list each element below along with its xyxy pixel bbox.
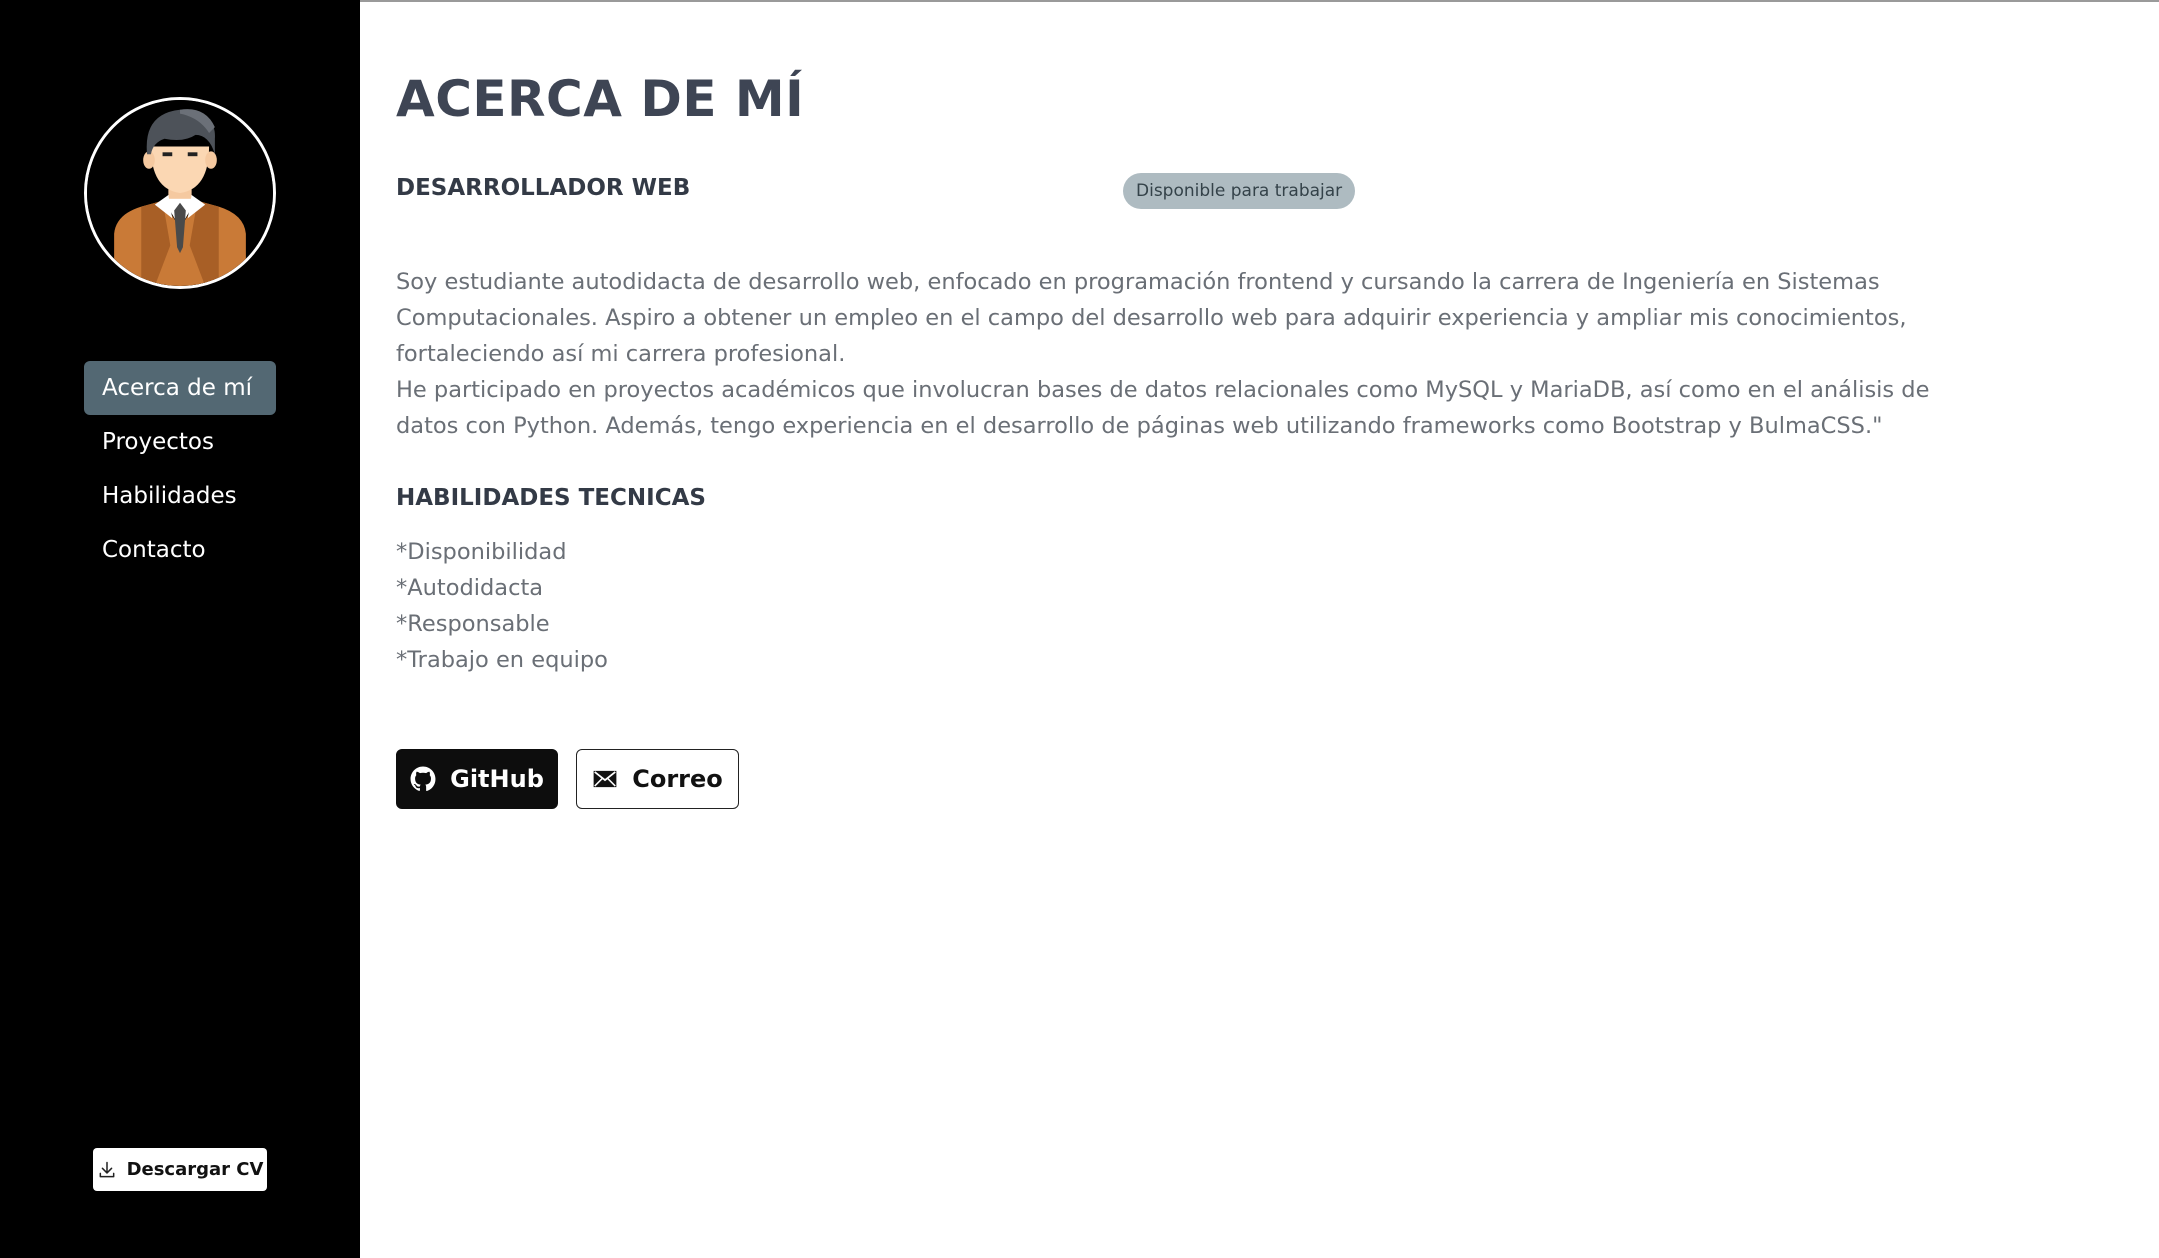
sidebar-item-habilidades[interactable]: Habilidades: [84, 469, 276, 523]
download-cv-label: Descargar CV: [126, 1159, 264, 1180]
email-button[interactable]: Correo: [576, 749, 739, 809]
page: Acerca de mí Proyectos Habilidades Conta…: [0, 0, 2159, 1258]
avatar-illustration: [87, 100, 273, 286]
sidebar-nav: Acerca de mí Proyectos Habilidades Conta…: [84, 361, 276, 577]
list-item: *Disponibilidad: [396, 539, 567, 565]
avatar: [84, 97, 276, 289]
job-title: DESARROLLADOR WEB: [396, 175, 691, 201]
sidebar: Acerca de mí Proyectos Habilidades Conta…: [0, 0, 360, 1258]
bio-line: fortaleciendo así mi carrera profesional…: [396, 341, 846, 367]
download-cv-button[interactable]: Descargar CV: [93, 1148, 267, 1191]
bio-line: datos con Python. Además, tengo experien…: [396, 413, 1883, 439]
sidebar-item-acerca[interactable]: Acerca de mí: [84, 361, 276, 415]
list-item: *Responsable: [396, 611, 550, 637]
bio-line: He participado en proyectos académicos q…: [396, 377, 1930, 403]
github-label: GitHub: [450, 765, 544, 793]
availability-badge: Disponible para trabajar: [1123, 173, 1356, 209]
bio-line: Soy estudiante autodidacta de desarrollo…: [396, 269, 1880, 295]
bio-line: Computacionales. Aspiro a obtener un emp…: [396, 305, 1907, 331]
email-label: Correo: [632, 765, 723, 793]
github-button[interactable]: GitHub: [396, 749, 558, 809]
list-item: *Autodidacta: [396, 575, 544, 601]
sidebar-item-proyectos[interactable]: Proyectos: [84, 415, 276, 469]
skills-heading: HABILIDADES TECNICAS: [396, 485, 706, 511]
skills-list: *Disponibilidad *Autodidacta *Responsabl…: [396, 534, 608, 678]
bio-text: Soy estudiante autodidacta de desarrollo…: [396, 264, 1930, 444]
page-title: ACERCA DE MÍ: [396, 70, 805, 128]
github-icon: [410, 766, 436, 792]
sidebar-item-contacto[interactable]: Contacto: [84, 523, 276, 577]
envelope-icon: [593, 770, 617, 788]
social-buttons: GitHub Correo: [396, 749, 739, 809]
download-icon: [99, 1161, 114, 1177]
list-item: *Trabajo en equipo: [396, 647, 608, 673]
